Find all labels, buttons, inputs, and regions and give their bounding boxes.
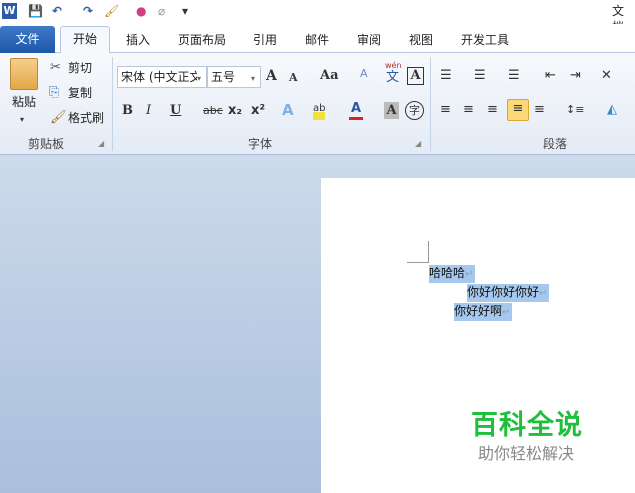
align-center-icon[interactable]: ≡	[463, 101, 474, 121]
grow-font-icon[interactable]: A	[266, 67, 277, 87]
margin-corner-mark	[407, 262, 429, 263]
character-shading-icon[interactable]: A	[384, 102, 399, 119]
format-painter-button[interactable]: 格式刷	[68, 109, 104, 129]
margin-corner-mark	[428, 241, 429, 263]
increase-indent-icon[interactable]: ⇥	[570, 67, 581, 87]
superscript-icon[interactable]: x²	[251, 102, 265, 122]
tab-home[interactable]: 开始	[60, 26, 110, 54]
paragraph-group-label: 段落	[542, 137, 567, 151]
strikethrough-icon[interactable]: abc	[203, 102, 223, 122]
document-line[interactable]: 你好你好你好↵	[467, 284, 550, 302]
line-spacing-icon[interactable]: ↕≡	[566, 101, 584, 121]
cut-button[interactable]: 剪切	[68, 59, 92, 79]
italic-icon[interactable]: I	[146, 102, 151, 122]
tab-mailings[interactable]: 邮件	[297, 29, 337, 53]
eraser-icon[interactable]: ⌀	[158, 3, 165, 19]
document-line[interactable]: 你好好啊↵	[454, 303, 513, 321]
font-group-label: 字体	[247, 137, 272, 151]
enclose-characters-icon[interactable]: 字	[405, 101, 424, 120]
document-line[interactable]: 哈哈哈↵	[429, 265, 476, 283]
brush-icon[interactable]: 🖌	[104, 3, 119, 19]
save-icon[interactable]: 💾	[28, 3, 43, 19]
font-color-icon[interactable]: A	[349, 100, 363, 120]
customize-toolbar-icon[interactable]: ▾	[182, 3, 188, 19]
group-divider	[112, 57, 113, 151]
justify-icon[interactable]: ≡	[507, 99, 529, 121]
font-name-value: 宋体 (中文正文	[121, 70, 197, 84]
ribbon-tabs: 文件 开始 插入 页面布局 引用 邮件 审阅 视图 开发工具	[0, 24, 635, 54]
paste-button[interactable]: 粘贴	[12, 93, 36, 113]
tab-review[interactable]: 审阅	[349, 29, 389, 53]
tab-developer[interactable]: 开发工具	[453, 29, 517, 53]
phonetic-guide-icon[interactable]: 文	[386, 69, 399, 89]
chevron-down-icon: ▾	[197, 74, 202, 83]
font-size-select[interactable]: 五号 ▾	[207, 66, 261, 88]
multilevel-list-icon[interactable]: ☰	[508, 67, 520, 87]
bold-icon[interactable]: B	[122, 102, 133, 122]
decrease-indent-icon[interactable]: ⇤	[545, 67, 556, 87]
font-size-value: 五号	[211, 70, 236, 84]
highlight-icon[interactable]: ab	[313, 100, 326, 120]
line-text: 你好好啊	[454, 304, 503, 318]
window-title: 文档	[612, 4, 625, 34]
color-icon[interactable]: ●	[136, 3, 146, 19]
character-border-icon[interactable]: A	[407, 67, 424, 85]
align-left-icon[interactable]: ≡	[440, 101, 451, 121]
paste-icon[interactable]	[10, 58, 38, 90]
chevron-down-icon: ▾	[251, 74, 256, 83]
subscript-icon[interactable]: x₂	[228, 102, 242, 122]
sort-icon[interactable]: ✕	[601, 67, 612, 87]
tab-file[interactable]: 文件	[0, 26, 55, 53]
watermark-subtitle: 助你轻松解决	[478, 444, 575, 463]
paragraph-mark: ↵	[465, 269, 474, 280]
bullets-icon[interactable]: ☰	[440, 67, 452, 87]
shading-fill-icon[interactable]: ◭	[607, 101, 617, 121]
clear-format-icon[interactable]: A	[360, 65, 368, 85]
text-effect-icon[interactable]: A	[282, 101, 294, 121]
document-page[interactable]: 哈哈哈↵ 你好你好你好↵ 你好好啊↵ 百科全说 助你轻松解决	[321, 178, 635, 493]
shrink-font-icon[interactable]: A	[289, 69, 298, 89]
watermark-title: 百科全说	[471, 410, 583, 441]
undo-icon[interactable]: ↶	[52, 3, 62, 19]
tab-references[interactable]: 引用	[245, 29, 285, 53]
title-bar: W 💾 ↶ ↷ 🖌 ● ⌀ ▾ 文档	[0, 0, 635, 34]
clipboard-launcher-icon[interactable]: ◢	[98, 135, 104, 155]
align-right-icon[interactable]: ≡	[487, 101, 498, 121]
word-icon: W	[2, 3, 17, 19]
redo-icon[interactable]: ↷	[83, 3, 93, 19]
group-divider	[430, 57, 431, 151]
ribbon: 粘贴 ▾ ✂ 剪切 ⎘ 复制 🖌 格式刷 剪贴板 ◢ 宋体 (中文正文▾ 五号 ▾…	[0, 53, 635, 155]
line-text: 你好你好你好	[467, 285, 540, 299]
paragraph-mark: ↵	[502, 307, 511, 318]
font-name-select[interactable]: 宋体 (中文正文▾	[117, 66, 207, 88]
tab-view[interactable]: 视图	[401, 29, 441, 53]
cut-icon[interactable]: ✂	[50, 59, 61, 79]
font-launcher-icon[interactable]: ◢	[415, 135, 421, 155]
format-painter-icon[interactable]: 🖌	[50, 109, 67, 129]
change-case-icon[interactable]: Aa	[320, 67, 339, 87]
copy-icon[interactable]: ⎘	[49, 84, 59, 104]
paste-dropdown-icon[interactable]: ▾	[20, 111, 24, 131]
distributed-icon[interactable]: ≡	[534, 101, 545, 121]
underline-icon[interactable]: U	[170, 102, 181, 122]
tab-page-layout[interactable]: 页面布局	[170, 29, 234, 53]
paragraph-mark: ↵	[539, 288, 548, 299]
clipboard-group-label: 剪贴板	[27, 137, 64, 151]
line-text: 哈哈哈	[429, 266, 466, 280]
copy-button[interactable]: 复制	[68, 84, 92, 104]
tab-insert[interactable]: 插入	[118, 29, 158, 53]
numbering-icon[interactable]: ☰	[474, 67, 486, 87]
